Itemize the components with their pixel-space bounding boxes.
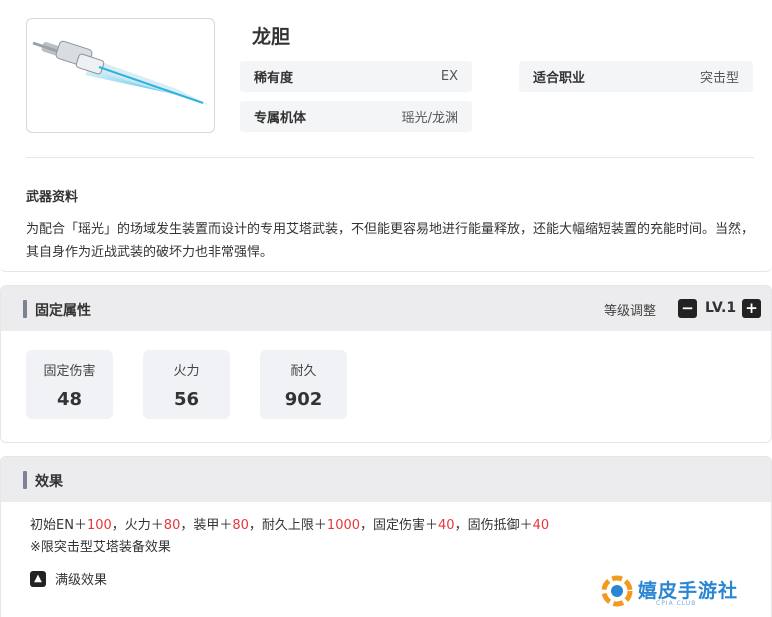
effect-text: ，固伤抵御＋ — [454, 518, 533, 533]
effect-text: ，耐久上限＋ — [248, 518, 327, 533]
stat-value: 48 — [56, 389, 83, 410]
stat-value: 902 — [284, 389, 323, 410]
effect-value: 40 — [532, 518, 550, 533]
effect-value: 80 — [232, 518, 249, 533]
stat-card-fixed-damage: 固定伤害 48 — [26, 350, 113, 419]
effect-text: ，火力＋ — [111, 518, 164, 533]
level-adjust-label: 等级调整 — [604, 304, 657, 319]
section-accent-bar — [23, 471, 27, 489]
effects-header: 效果 — [1, 457, 771, 502]
job-row: 适合职业 突击型 — [519, 61, 753, 92]
divider — [26, 157, 754, 158]
arrow-up-icon: ▲ — [30, 570, 46, 587]
stat-label: 固定伤害 — [43, 364, 96, 379]
weapon-info-title: 武器资料 — [26, 190, 79, 205]
stat-label: 火力 — [173, 364, 200, 379]
watermark-sub: CPIA CLUB — [656, 600, 697, 607]
stat-value: 56 — [173, 389, 200, 410]
effects-text: 初始EN＋100，火力＋80，装甲＋80，耐久上限＋1000，固定伤害＋40，固… — [30, 515, 549, 559]
effect-value: 80 — [163, 518, 181, 533]
effect-text: 初始EN＋ — [30, 518, 87, 533]
section-accent-bar — [23, 300, 27, 318]
effects-line: 初始EN＋100，火力＋80，装甲＋80，耐久上限＋1000，固定伤害＋40，固… — [30, 515, 549, 537]
stat-card-durability: 耐久 902 — [260, 350, 347, 419]
stat-label: 耐久 — [290, 364, 317, 379]
watermark-name: 嬉皮手游社 — [638, 580, 739, 602]
exclusive-value: 瑶光/龙渊 — [401, 111, 458, 126]
job-label: 适合职业 — [533, 71, 586, 86]
effect-value: 40 — [438, 518, 455, 533]
max-level-effect-toggle[interactable]: ▲ 满级效果 — [30, 569, 107, 588]
weapon-image — [26, 18, 215, 133]
fixed-attributes-card: 固定属性 等级调整 − LV.1 + 固定伤害 48 火力 56 耐久 902 — [0, 285, 772, 443]
job-value: 突击型 — [699, 71, 739, 86]
stat-card-firepower: 火力 56 — [143, 350, 230, 419]
level-decrease-button[interactable]: − — [678, 299, 697, 318]
watermark-logo: 嬉皮手游社 CPIA CLUB — [598, 572, 748, 612]
weapon-description: 为配合「瑶光」的场域发生装置而设计的专用艾塔武装，不但能更容易地进行能量释放，还… — [26, 222, 755, 260]
exclusive-row: 专属机体 瑶光/龙渊 — [240, 101, 472, 132]
effect-value: 1000 — [326, 518, 361, 533]
effect-value: 100 — [86, 518, 112, 533]
lance-weapon-icon — [32, 40, 211, 105]
max-level-effect-label: 满级效果 — [55, 573, 108, 588]
rarity-row: 稀有度 EX — [240, 61, 472, 92]
effects-title: 效果 — [35, 474, 63, 490]
level-increase-button[interactable]: + — [742, 299, 761, 318]
rarity-value: EX — [440, 69, 458, 84]
exclusive-label: 专属机体 — [254, 111, 307, 126]
fixed-attributes-title: 固定属性 — [35, 303, 91, 319]
weapon-card: 龙胆 稀有度 EX 适合职业 突击型 专属机体 瑶光/龙渊 武器资料 为配合「瑶… — [0, 0, 772, 272]
effect-text: ，固定伤害＋ — [360, 518, 439, 533]
effect-text: ，装甲＋ — [180, 518, 233, 533]
weapon-name: 龙胆 — [252, 26, 291, 48]
logo-icon — [601, 575, 633, 607]
rarity-label: 稀有度 — [254, 71, 294, 86]
level-value: LV.1 — [705, 300, 737, 316]
fixed-attributes-header: 固定属性 等级调整 − LV.1 + — [1, 286, 771, 331]
effects-note: ※限突击型艾塔装备效果 — [30, 540, 171, 555]
